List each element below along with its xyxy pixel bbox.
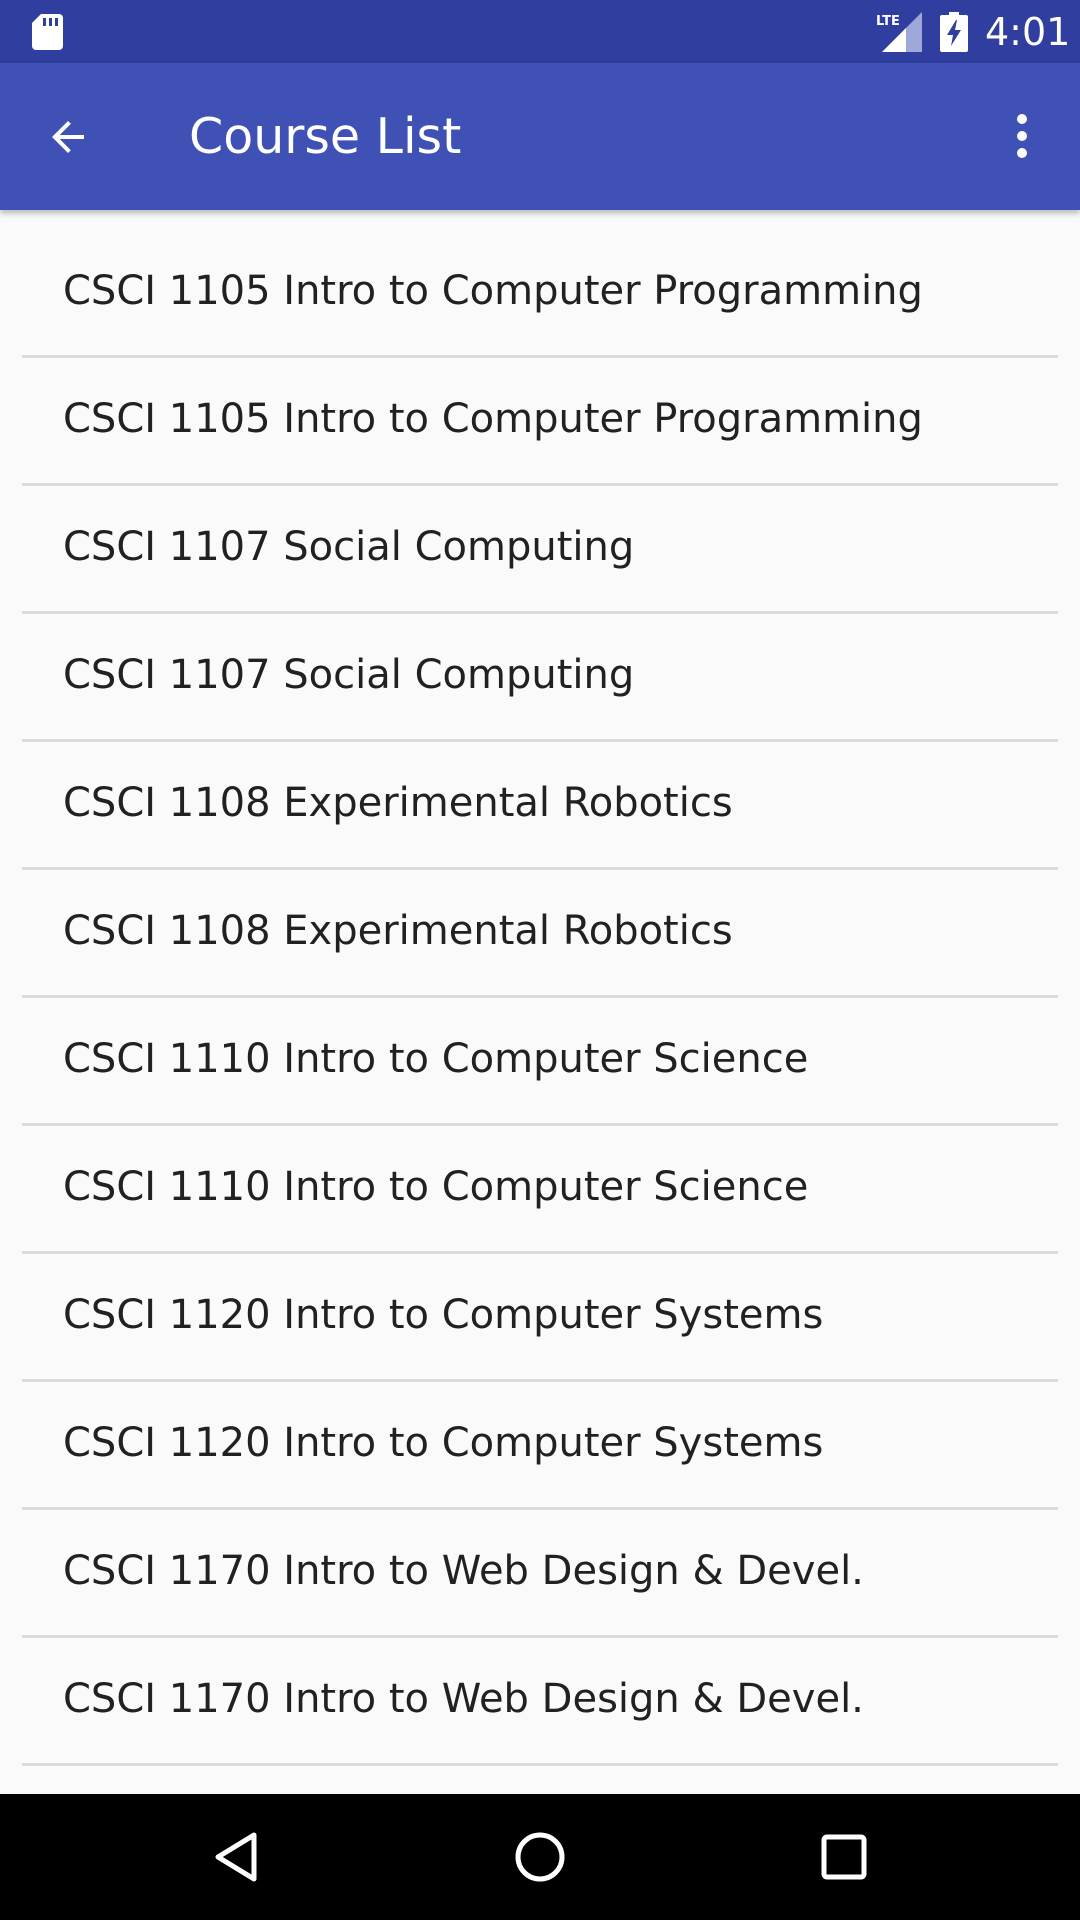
nav-home-button[interactable]	[500, 1817, 580, 1897]
more-vert-icon	[1017, 114, 1027, 158]
overflow-menu-button[interactable]	[1004, 103, 1040, 169]
nav-recents-button[interactable]	[804, 1817, 884, 1897]
list-item[interactable]: CSCI 1110 Intro to Computer Science	[22, 1126, 1058, 1254]
navigation-bar	[0, 1794, 1080, 1920]
list-item[interactable]: CSCI 1110 Intro to Computer Science	[22, 998, 1058, 1126]
back-button[interactable]	[36, 105, 100, 169]
page-title: Course List	[189, 108, 462, 165]
course-label: CSCI 1120 Intro to Computer Systems	[63, 1292, 824, 1338]
course-label: CSCI 1105 Intro to Computer Programming	[63, 268, 923, 314]
course-label: CSCI 1110 Intro to Computer Science	[63, 1036, 809, 1082]
status-clock: 4:01	[985, 10, 1071, 54]
list-item[interactable]: CSCI 1170 Intro to Web Design & Devel.	[22, 1638, 1058, 1766]
list-item[interactable]: CSCI 1107 Social Computing	[22, 486, 1058, 614]
app-bar: Course List	[0, 63, 1080, 210]
list-item[interactable]: CSCI 1105 Intro to Computer Programming	[22, 358, 1058, 486]
list-item[interactable]: CSCI 1170 Intro to Web Design & Devel.	[22, 1510, 1058, 1638]
list-item[interactable]: CSCI 1108 Experimental Robotics	[22, 742, 1058, 870]
course-label: CSCI 1120 Intro to Computer Systems	[63, 1420, 824, 1466]
status-bar: LTE 4:01	[0, 0, 1080, 63]
nav-recents-icon	[821, 1834, 867, 1880]
course-label: CSCI 1105 Intro to Computer Programming	[63, 396, 923, 442]
course-label: CSCI 1170 Intro to Web Design & Devel.	[63, 1548, 864, 1594]
list-item[interactable]: CSCI 1120 Intro to Computer Systems	[22, 1382, 1058, 1510]
arrow-back-icon	[52, 121, 84, 153]
course-label: CSCI 1107 Social Computing	[63, 652, 635, 698]
course-list: CSCI 1105 Intro to Computer Programming …	[0, 210, 1080, 1794]
nav-back-icon	[215, 1832, 257, 1882]
course-label: CSCI 1107 Social Computing	[63, 524, 635, 570]
battery-charging-icon	[940, 12, 968, 52]
nav-home-icon	[515, 1832, 565, 1882]
lte-signal-icon: LTE	[876, 12, 922, 52]
list-item[interactable]: CSCI 1120 Intro to Computer Systems	[22, 1254, 1058, 1382]
course-label: CSCI 1108 Experimental Robotics	[63, 780, 733, 826]
nav-back-button[interactable]	[196, 1817, 276, 1897]
list-item[interactable]: CSCI 1108 Experimental Robotics	[22, 870, 1058, 998]
lte-label: LTE	[876, 14, 900, 29]
course-label: CSCI 1110 Intro to Computer Science	[63, 1164, 809, 1210]
list-item[interactable]: CSCI 1105 Intro to Computer Programming	[22, 210, 1058, 358]
course-label: CSCI 1170 Intro to Web Design & Devel.	[63, 1676, 864, 1722]
sd-card-icon	[32, 14, 63, 50]
course-label: CSCI 1108 Experimental Robotics	[63, 908, 733, 954]
list-item[interactable]: CSCI 1107 Social Computing	[22, 614, 1058, 742]
